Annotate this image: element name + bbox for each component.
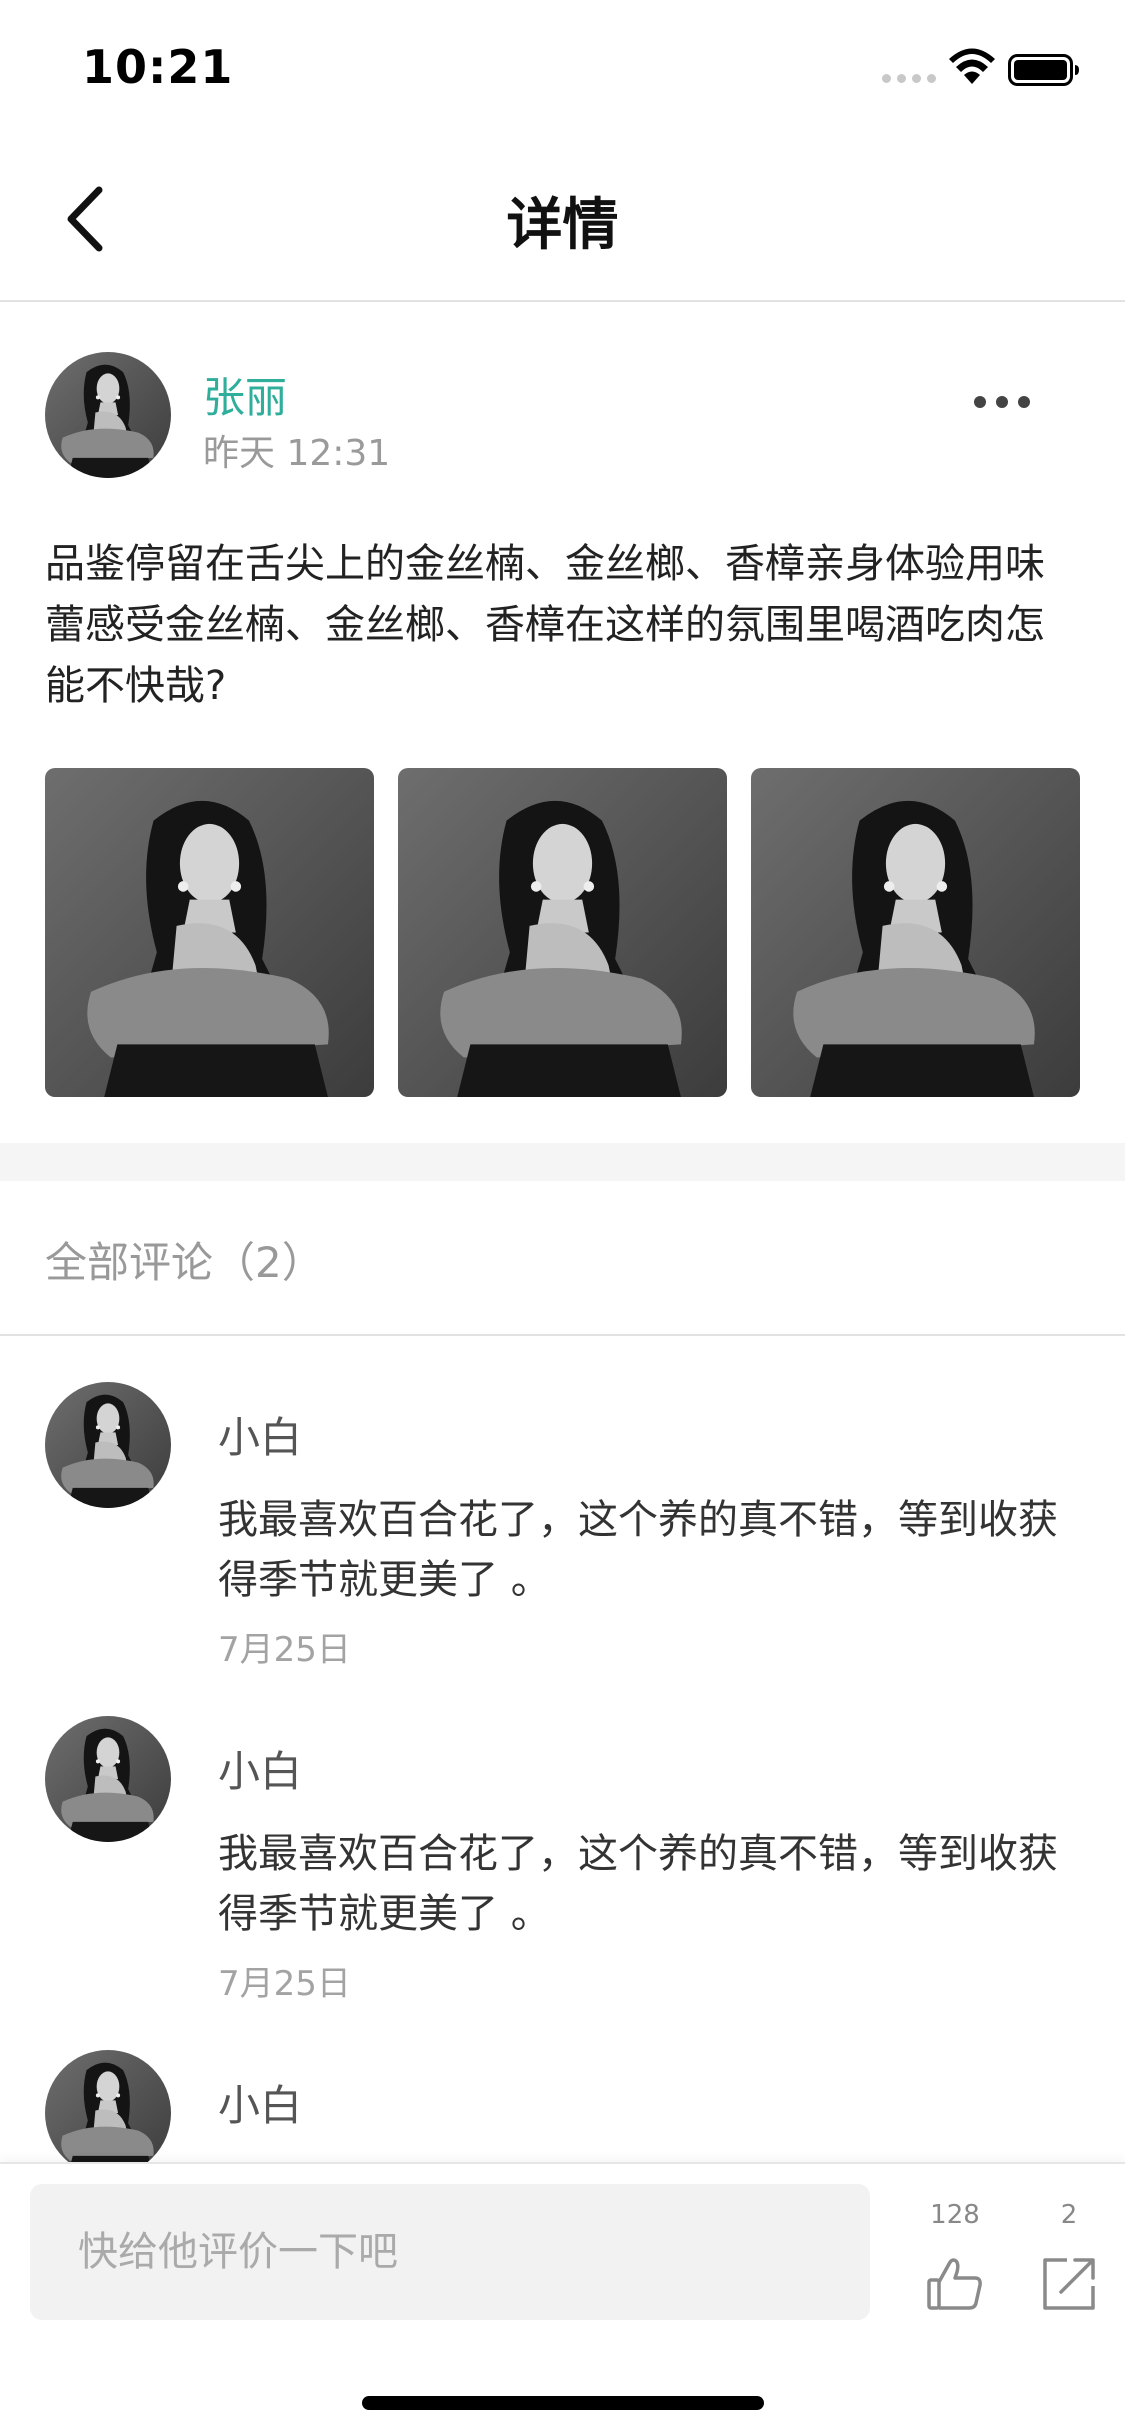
navigation-bar: 详情	[0, 132, 1125, 302]
commenter-name: 小白	[218, 1413, 303, 1462]
photo-grid	[45, 768, 1080, 1097]
thumbs-up-icon	[927, 2258, 982, 2310]
share-count: 2	[1060, 2200, 1078, 2230]
like-count: 128	[930, 2200, 980, 2230]
battery-icon	[1008, 54, 1079, 86]
comment-item: 小白 我最喜欢百合花了，这个养的真不错，等到收获得季节就更美了 。 7月25日	[0, 1382, 1125, 1692]
detail-screen: 10:21 详情 张丽 昨天 12:31 品鉴停留在舌尖上的金丝楠、金丝榔、香樟…	[0, 0, 1125, 2436]
comment-date: 7月25日	[218, 1964, 351, 2004]
home-indicator[interactable]	[362, 2396, 764, 2410]
comments-title: 全部评论（2）	[45, 1238, 324, 1287]
status-bar: 10:21	[0, 0, 1125, 132]
status-time: 10:21	[82, 40, 234, 94]
comment-text: 我最喜欢百合花了，这个养的真不错，等到收获得季节就更美了 。	[218, 1497, 1058, 1603]
comments-header: 全部评论（2）	[0, 1181, 1125, 1336]
bottom-action-bar: 128 2	[0, 2162, 1125, 2436]
section-divider	[0, 1143, 1125, 1181]
comment-text: 我最喜欢百合花了，这个养的真不错，等到收获得季节就更美了 。	[218, 1831, 1058, 1937]
more-options-icon[interactable]	[974, 396, 1030, 408]
commenter-avatar[interactable]	[45, 2050, 171, 2162]
commenter-avatar[interactable]	[45, 1382, 171, 1508]
commenter-name: 小白	[218, 1747, 303, 1796]
author-avatar[interactable]	[45, 352, 171, 478]
like-button[interactable]: 128	[920, 2200, 990, 2318]
author-name[interactable]: 张丽	[203, 364, 287, 425]
comment-input[interactable]	[30, 2184, 870, 2320]
wifi-icon	[949, 48, 995, 84]
post-photo[interactable]	[398, 768, 727, 1097]
post-photo[interactable]	[751, 768, 1080, 1097]
comment-date: 7月25日	[218, 1630, 351, 1670]
comment-item: 小白 我最喜欢百合花了，这个养的真不错，等到收获得季节就更美了 。 7月25日	[0, 1716, 1125, 2026]
share-icon	[1043, 2258, 1095, 2310]
post-body: 品鉴停留在舌尖上的金丝楠、金丝榔、香樟亲身体验用味蕾感受金丝楠、金丝榔、香樟在这…	[45, 541, 1045, 709]
post-card: 张丽 昨天 12:31 品鉴停留在舌尖上的金丝楠、金丝榔、香樟亲身体验用味蕾感受…	[0, 302, 1125, 1140]
comment-item: 小白	[0, 2050, 1125, 2162]
page-title: 详情	[506, 193, 619, 258]
commenter-name: 小白	[218, 2081, 303, 2130]
post-timestamp: 昨天 12:31	[203, 433, 391, 474]
commenter-avatar[interactable]	[45, 1716, 171, 1842]
share-button[interactable]: 2	[1034, 2200, 1104, 2318]
signal-icon	[882, 74, 936, 83]
post-photo[interactable]	[45, 768, 374, 1097]
